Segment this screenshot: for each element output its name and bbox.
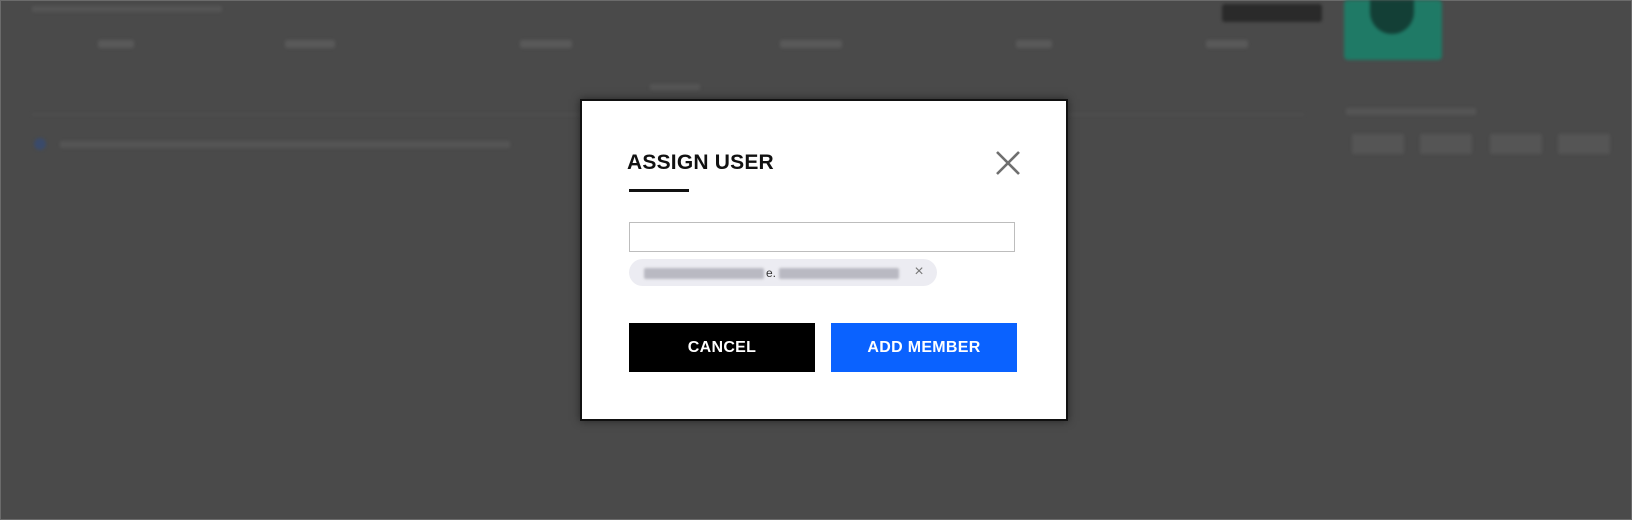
background-chip [1352,134,1404,154]
background-info-text [60,141,510,148]
background-column-header [1016,40,1052,48]
background-info-icon [34,138,46,150]
remove-tag-icon[interactable]: × [912,263,926,281]
background-header-text [32,6,222,12]
redacted-email-part [644,268,764,279]
background-chip [1558,134,1610,154]
add-member-button[interactable]: ADD MEMBER [831,323,1017,372]
background-subtext [650,84,700,90]
background-chip [1490,134,1542,154]
user-search-input[interactable] [629,222,1015,252]
background-chip [1420,134,1472,154]
assign-user-dialog: ASSIGN USER e. × CANCEL ADD MEMBER [580,99,1068,421]
background-side-label [1346,108,1476,115]
close-button[interactable] [992,147,1024,179]
title-underline [629,189,689,192]
selected-user-tag: e. × [629,259,937,286]
cancel-button[interactable]: CANCEL [629,323,815,372]
dialog-title: ASSIGN USER [627,151,774,174]
background-header-button [1222,4,1322,22]
background-avatar [1344,0,1442,60]
background-column-header [1206,40,1248,48]
background-column-header [780,40,842,48]
redacted-email-part [779,268,899,279]
background-column-header [520,40,572,48]
close-icon [996,151,1020,175]
background-column-header [98,40,134,48]
background-column-header [285,40,335,48]
selected-user-text: e. [766,266,777,280]
